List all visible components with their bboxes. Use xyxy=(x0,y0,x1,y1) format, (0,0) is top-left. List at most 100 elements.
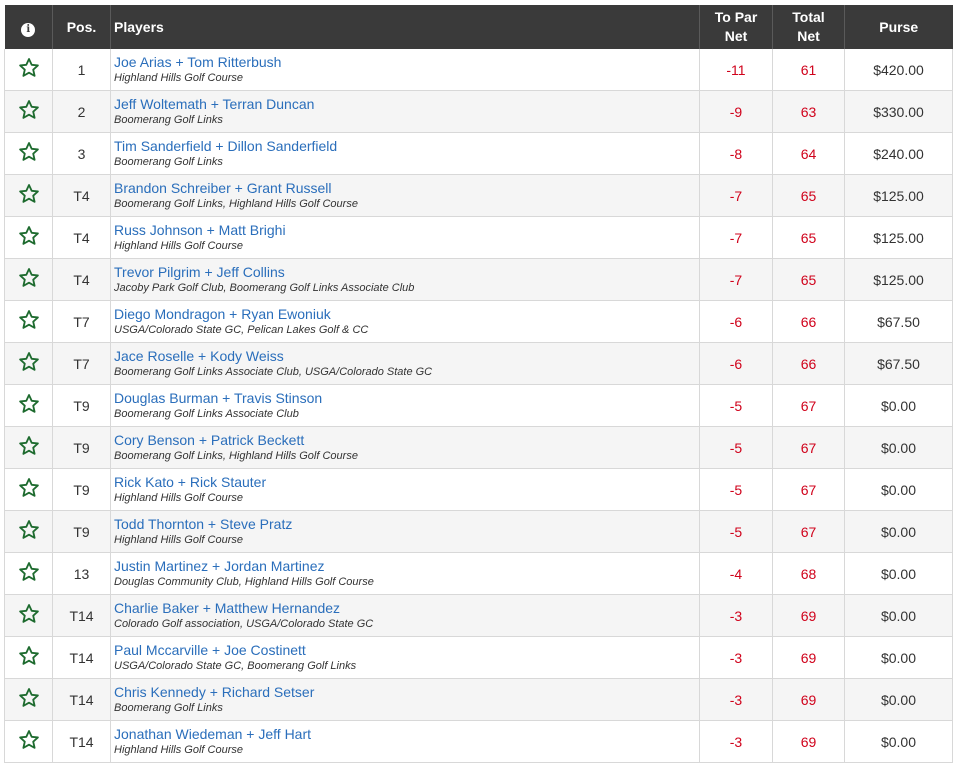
player-names-link[interactable]: Jonathan Wiedeman + Jeff Hart xyxy=(114,726,699,743)
header-row: i Pos. Players To Par Net Total Net Purse xyxy=(4,5,953,49)
total-net-cell: 67 xyxy=(772,384,845,427)
table-row: 13 Justin Martinez + Jordan Martinez Dougl… xyxy=(4,552,953,595)
favorite-star-icon[interactable] xyxy=(18,645,40,667)
player-names-link[interactable]: Rick Kato + Rick Stauter xyxy=(114,474,699,491)
player-courses: Boomerang Golf Links Associate Club xyxy=(114,407,299,420)
players-cell: Douglas Burman + Travis Stinson Boomerang… xyxy=(110,384,700,427)
favorite-star-icon[interactable] xyxy=(18,477,40,499)
to-par-net-cell: -7 xyxy=(699,216,773,259)
to-par-net-cell: -3 xyxy=(699,636,773,679)
player-courses: Boomerang Golf Links, Highland Hills Gol… xyxy=(114,449,358,462)
player-names-link[interactable]: Chris Kennedy + Richard Setser xyxy=(114,684,699,701)
favorite-cell xyxy=(4,49,53,91)
favorite-star-icon[interactable] xyxy=(18,603,40,625)
favorite-star-icon[interactable] xyxy=(18,393,40,415)
favorite-star-icon[interactable] xyxy=(18,351,40,373)
favorite-cell xyxy=(4,174,53,217)
favorite-cell xyxy=(4,216,53,259)
purse-cell: $125.00 xyxy=(844,174,953,217)
purse-cell: $0.00 xyxy=(844,594,953,637)
position-cell: T7 xyxy=(52,342,111,385)
purse-cell: $0.00 xyxy=(844,384,953,427)
favorite-star-icon[interactable] xyxy=(18,309,40,331)
player-names-link[interactable]: Tim Sanderfield + Dillon Sanderfield xyxy=(114,138,699,155)
total-net-cell: 61 xyxy=(772,49,845,91)
to-par-net-cell: -3 xyxy=(699,594,773,637)
table-row: T4 Russ Johnson + Matt Brighi Highland Hil… xyxy=(4,216,953,259)
player-names-link[interactable]: Douglas Burman + Travis Stinson xyxy=(114,390,699,407)
info-icon[interactable]: i xyxy=(21,22,36,37)
favorite-cell xyxy=(4,132,53,175)
player-names-link[interactable]: Cory Benson + Patrick Beckett xyxy=(114,432,699,449)
table-row: T9 Todd Thornton + Steve Pratz Highland Hi… xyxy=(4,510,953,553)
total-net-cell: 69 xyxy=(772,678,845,721)
favorite-star-icon[interactable] xyxy=(18,267,40,289)
table-row: T14 Charlie Baker + Matthew Hernandez Colo… xyxy=(4,594,953,637)
player-courses: Boomerang Golf Links xyxy=(114,113,223,126)
to-par-net-cell: -4 xyxy=(699,552,773,595)
player-courses: Douglas Community Club, Highland Hills G… xyxy=(114,575,374,588)
players-cell: Jace Roselle + Kody Weiss Boomerang Golf … xyxy=(110,342,700,385)
players-cell: Russ Johnson + Matt Brighi Highland Hills… xyxy=(110,216,700,259)
leaderboard-body: 1 Joe Arias + Tom Ritterbush Highland Hill… xyxy=(4,49,953,763)
position-cell: T14 xyxy=(52,720,111,763)
to-par-net-cell: -9 xyxy=(699,90,773,133)
to-par-net-cell: -5 xyxy=(699,384,773,427)
purse-cell: $0.00 xyxy=(844,678,953,721)
position-cell: T9 xyxy=(52,510,111,553)
player-names-link[interactable]: Charlie Baker + Matthew Hernandez xyxy=(114,600,699,617)
player-courses: Highland Hills Golf Course xyxy=(114,743,243,756)
total-net-cell: 66 xyxy=(772,300,845,343)
players-cell: Joe Arias + Tom Ritterbush Highland Hills… xyxy=(110,49,700,91)
favorite-star-icon[interactable] xyxy=(18,561,40,583)
player-names-link[interactable]: Diego Mondragon + Ryan Ewoniuk xyxy=(114,306,699,323)
favorite-star-icon[interactable] xyxy=(18,183,40,205)
player-names-link[interactable]: Jace Roselle + Kody Weiss xyxy=(114,348,699,365)
favorite-star-icon[interactable] xyxy=(18,435,40,457)
favorite-star-icon[interactable] xyxy=(18,99,40,121)
favorite-star-icon[interactable] xyxy=(18,729,40,751)
total-net-cell: 67 xyxy=(772,510,845,553)
purse-header: Purse xyxy=(844,5,953,49)
total-net-cell: 65 xyxy=(772,258,845,301)
player-names-link[interactable]: Russ Johnson + Matt Brighi xyxy=(114,222,699,239)
favorite-star-icon[interactable] xyxy=(18,57,40,79)
player-names-link[interactable]: Jeff Woltemath + Terran Duncan xyxy=(114,96,699,113)
to-par-net-cell: -7 xyxy=(699,258,773,301)
player-courses: Highland Hills Golf Course xyxy=(114,491,243,504)
favorite-cell xyxy=(4,468,53,511)
position-cell: T9 xyxy=(52,384,111,427)
favorite-star-icon[interactable] xyxy=(18,687,40,709)
table-row: 2 Jeff Woltemath + Terran Duncan Boomerang… xyxy=(4,90,953,133)
favorite-star-icon[interactable] xyxy=(18,141,40,163)
player-names-link[interactable]: Justin Martinez + Jordan Martinez xyxy=(114,558,699,575)
position-cell: T4 xyxy=(52,174,111,217)
table-row: T14 Chris Kennedy + Richard Setser Boomera… xyxy=(4,678,953,721)
favorite-cell xyxy=(4,594,53,637)
player-names-link[interactable]: Joe Arias + Tom Ritterbush xyxy=(114,54,699,71)
to-par-net-header: To Par Net xyxy=(699,5,773,49)
favorite-star-icon[interactable] xyxy=(18,225,40,247)
purse-cell: $0.00 xyxy=(844,636,953,679)
player-courses: Highland Hills Golf Course xyxy=(114,239,243,252)
favorite-star-icon[interactable] xyxy=(18,519,40,541)
position-cell: 3 xyxy=(52,132,111,175)
favorite-cell xyxy=(4,90,53,133)
players-header: Players xyxy=(110,5,700,49)
to-par-net-header-line2: Net xyxy=(724,28,748,44)
purse-cell: $0.00 xyxy=(844,720,953,763)
player-courses: Boomerang Golf Links Associate Club, USG… xyxy=(114,365,433,378)
to-par-net-cell: -6 xyxy=(699,342,773,385)
to-par-net-cell: -5 xyxy=(699,426,773,469)
table-row: 1 Joe Arias + Tom Ritterbush Highland Hill… xyxy=(4,49,953,91)
info-header[interactable]: i xyxy=(4,5,53,49)
purse-cell: $125.00 xyxy=(844,258,953,301)
player-names-link[interactable]: Paul Mccarville + Joe Costinett xyxy=(114,642,699,659)
purse-cell: $0.00 xyxy=(844,468,953,511)
table-row: T14 Jonathan Wiedeman + Jeff Hart Highland… xyxy=(4,720,953,763)
player-names-link[interactable]: Todd Thornton + Steve Pratz xyxy=(114,516,699,533)
to-par-net-cell: -5 xyxy=(699,510,773,553)
players-cell: Jeff Woltemath + Terran Duncan Boomerang … xyxy=(110,90,700,133)
player-names-link[interactable]: Brandon Schreiber + Grant Russell xyxy=(114,180,699,197)
player-names-link[interactable]: Trevor Pilgrim + Jeff Collins xyxy=(114,264,699,281)
